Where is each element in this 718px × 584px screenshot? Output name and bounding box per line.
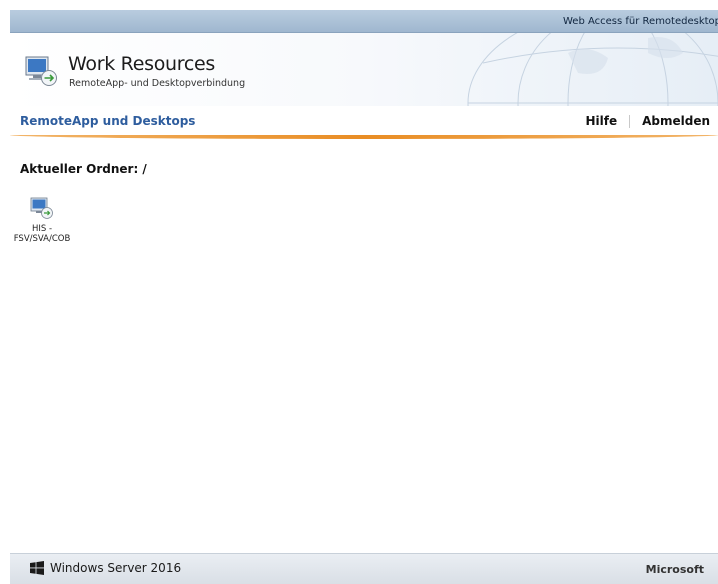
app-tile-label: HIS - FSV/SVA/COB: [13, 224, 71, 244]
orange-divider: [10, 135, 718, 139]
app-tile-his[interactable]: HIS - FSV/SVA/COB: [10, 196, 74, 244]
nav-divider: [629, 114, 631, 128]
nav-title: RemoteApp und Desktops: [20, 114, 196, 128]
footer-microsoft: Microsoft: [645, 563, 704, 576]
footer: Windows Server 2016 Microsoft: [10, 553, 718, 584]
footer-windows-server: Windows Server 2016: [30, 561, 181, 575]
logout-link[interactable]: Abmelden: [642, 114, 710, 128]
nav-bar: RemoteApp und Desktops Hilfe Abmelden: [10, 106, 718, 136]
remote-desktop-app-icon: [30, 197, 53, 219]
header-title: Work Resources: [68, 53, 215, 75]
current-folder-label: Aktueller Ordner: /: [20, 162, 147, 176]
header-banner: Work Resources RemoteApp- und Desktopver…: [10, 33, 718, 106]
windows-logo-icon: [30, 561, 44, 575]
top-bar-label-group: Web Access für Remotedesktop: [558, 14, 718, 28]
nav-links: Hilfe Abmelden: [585, 114, 710, 128]
remote-app-logo-icon: [25, 56, 57, 86]
footer-left-text: Windows Server 2016: [50, 561, 182, 575]
header-subtitle: RemoteApp- und Desktopverbindung: [69, 78, 246, 89]
top-bar-title: Web Access für Remotedesktop: [563, 15, 718, 27]
rd-web-access-page: Web Access für Remotedesktop Work Resour…: [10, 10, 718, 584]
globe-decoration: [467, 33, 718, 106]
help-link[interactable]: Hilfe: [585, 114, 617, 128]
top-bar: Web Access für Remotedesktop: [10, 10, 718, 33]
